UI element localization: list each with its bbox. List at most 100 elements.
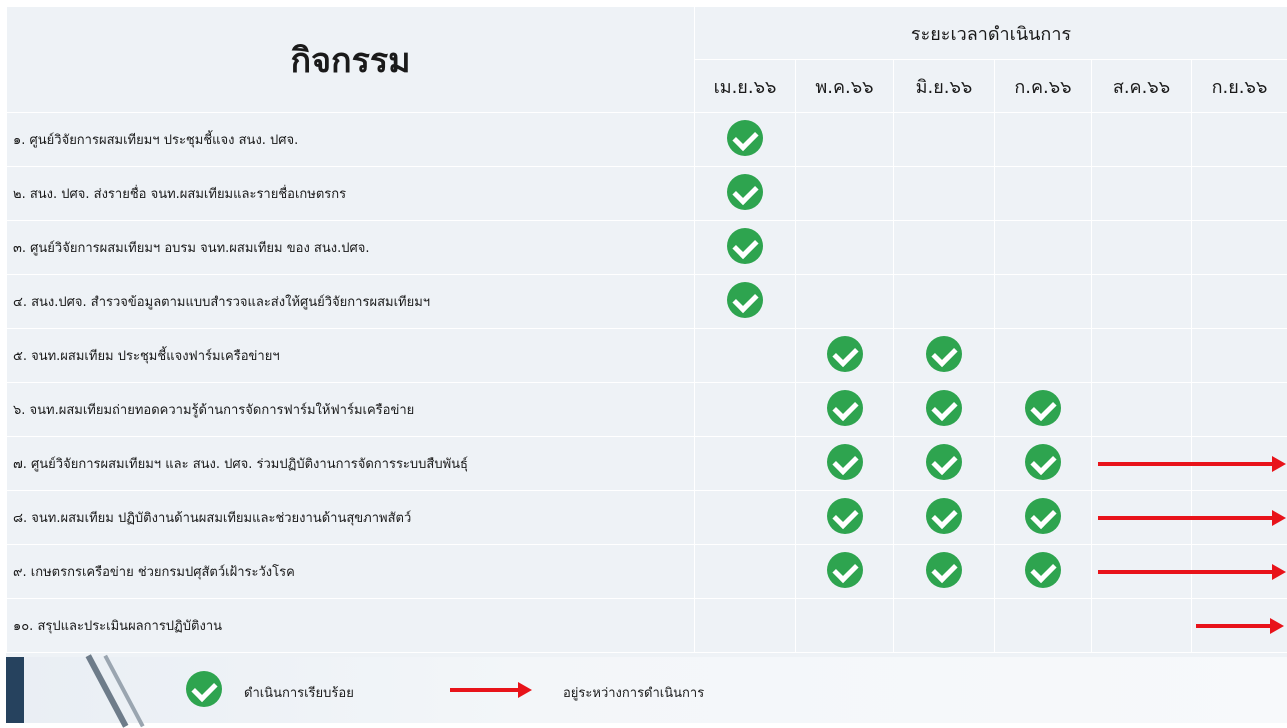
month-cell <box>796 599 894 653</box>
month-header: ส.ค.๖๖ <box>1092 60 1192 113</box>
month-cell <box>995 599 1092 653</box>
month-cell <box>796 383 894 437</box>
check-icon <box>926 444 962 480</box>
month-cell <box>894 221 995 275</box>
check-icon <box>1025 552 1061 588</box>
month-cell <box>695 275 796 329</box>
month-cell <box>1092 437 1192 491</box>
period-header: ระยะเวลาดำเนินการ <box>695 7 1287 60</box>
month-cell <box>894 329 995 383</box>
table-row: ๘. จนท.ผสมเทียม ปฏิบัติงานด้านผสมเทียมแล… <box>7 491 1287 545</box>
table-row: ๔. สนง.ปศจ. สำรวจข้อมูลตามแบบสำรวจและส่ง… <box>7 275 1287 329</box>
activity-label: ๖. จนท.ผสมเทียมถ่ายทอดความรู้ด้านการจัดก… <box>7 383 695 437</box>
month-cell <box>995 275 1092 329</box>
month-header: ก.ค.๖๖ <box>995 60 1092 113</box>
table-row: ๑. ศูนย์วิจัยการผสมเทียมฯ ประชุมชี้แจง ส… <box>7 113 1287 167</box>
month-cell <box>894 167 995 221</box>
month-cell <box>1092 599 1192 653</box>
table-row: ๖. จนท.ผสมเทียมถ่ายทอดความรู้ด้านการจัดก… <box>7 383 1287 437</box>
activity-label: ๕. จนท.ผสมเทียม ประชุมชี้แจงฟาร์มเครือข่… <box>7 329 695 383</box>
schedule-table: กิจกรรม ระยะเวลาดำเนินการ เม.ย.๖๖ พ.ค.๖๖… <box>6 6 1287 653</box>
month-cell <box>1192 221 1287 275</box>
activity-label: ๑๐. สรุปและประเมินผลการปฏิบัติงาน <box>7 599 695 653</box>
month-cell <box>995 113 1092 167</box>
month-cell <box>695 437 796 491</box>
activity-header: กิจกรรม <box>7 7 695 113</box>
month-cell <box>796 545 894 599</box>
arrow-right-icon <box>1098 462 1276 466</box>
table-row: ๑๐. สรุปและประเมินผลการปฏิบัติงาน <box>7 599 1287 653</box>
month-cell <box>995 437 1092 491</box>
month-cell <box>995 491 1092 545</box>
month-cell <box>695 491 796 545</box>
month-cell <box>995 221 1092 275</box>
month-cell <box>1192 275 1287 329</box>
month-cell <box>894 599 995 653</box>
legend-footer: ดำเนินการเรียบร้อย อยู่ระหว่างการดำเนินก… <box>6 657 1287 723</box>
arrow-right-icon <box>1098 570 1276 574</box>
check-icon <box>727 174 763 210</box>
month-cell <box>1192 599 1287 653</box>
activity-label: ๗. ศูนย์วิจัยการผสมเทียมฯ และ สนง. ปศจ. … <box>7 437 695 491</box>
month-cell <box>695 599 796 653</box>
arrow-right-icon <box>1196 624 1274 628</box>
month-cell <box>695 221 796 275</box>
month-cell <box>894 437 995 491</box>
month-cell <box>1192 329 1287 383</box>
activity-label: ๘. จนท.ผสมเทียม ปฏิบัติงานด้านผสมเทียมแล… <box>7 491 695 545</box>
month-cell <box>894 491 995 545</box>
month-cell <box>995 545 1092 599</box>
table-row: ๕. จนท.ผสมเทียม ประชุมชี้แจงฟาร์มเครือข่… <box>7 329 1287 383</box>
month-header: มิ.ย.๖๖ <box>894 60 995 113</box>
activity-label: ๔. สนง.ปศจ. สำรวจข้อมูลตามแบบสำรวจและส่ง… <box>7 275 695 329</box>
check-icon <box>186 671 222 707</box>
month-header: เม.ย.๖๖ <box>695 60 796 113</box>
month-cell <box>1092 383 1192 437</box>
month-cell <box>695 167 796 221</box>
month-cell <box>796 275 894 329</box>
table-row: ๒. สนง. ปศจ. ส่งรายชื่อ จนท.ผสมเทียมและร… <box>7 167 1287 221</box>
legend-in-progress-label: อยู่ระหว่างการดำเนินการ <box>563 682 704 703</box>
month-header: ก.ย.๖๖ <box>1192 60 1287 113</box>
check-icon <box>727 120 763 156</box>
legend-done-label: ดำเนินการเรียบร้อย <box>244 682 354 703</box>
activity-label: ๓. ศูนย์วิจัยการผสมเทียมฯ อบรม จนท.ผสมเท… <box>7 221 695 275</box>
month-cell <box>1092 329 1192 383</box>
check-icon <box>827 444 863 480</box>
month-cell <box>796 113 894 167</box>
month-cell <box>1092 221 1192 275</box>
month-cell <box>995 383 1092 437</box>
month-cell <box>1092 113 1192 167</box>
decorative-stripe <box>6 657 24 723</box>
activity-label: ๒. สนง. ปศจ. ส่งรายชื่อ จนท.ผสมเทียมและร… <box>7 167 695 221</box>
month-cell <box>894 113 995 167</box>
check-icon <box>1025 390 1061 426</box>
month-cell <box>1192 113 1287 167</box>
schedule-sheet: กิจกรรม ระยะเวลาดำเนินการ เม.ย.๖๖ พ.ค.๖๖… <box>6 6 1287 657</box>
month-cell <box>1092 545 1192 599</box>
month-cell <box>796 491 894 545</box>
check-icon <box>1025 498 1061 534</box>
month-cell <box>1092 167 1192 221</box>
check-icon <box>827 390 863 426</box>
month-cell <box>796 167 894 221</box>
month-cell <box>995 329 1092 383</box>
check-icon <box>926 336 962 372</box>
check-icon <box>926 498 962 534</box>
month-cell <box>796 437 894 491</box>
month-cell <box>695 545 796 599</box>
month-cell <box>1092 491 1192 545</box>
month-cell <box>695 329 796 383</box>
check-icon <box>827 336 863 372</box>
month-cell <box>796 221 894 275</box>
month-cell <box>894 545 995 599</box>
month-header: พ.ค.๖๖ <box>796 60 894 113</box>
check-icon <box>926 390 962 426</box>
month-cell <box>695 113 796 167</box>
activity-label: ๙. เกษตรกรเครือข่าย ช่วยกรมปศุสัตว์เฝ้าร… <box>7 545 695 599</box>
month-cell <box>1192 167 1287 221</box>
check-icon <box>727 282 763 318</box>
check-icon <box>926 552 962 588</box>
month-cell <box>1092 275 1192 329</box>
check-icon <box>827 498 863 534</box>
